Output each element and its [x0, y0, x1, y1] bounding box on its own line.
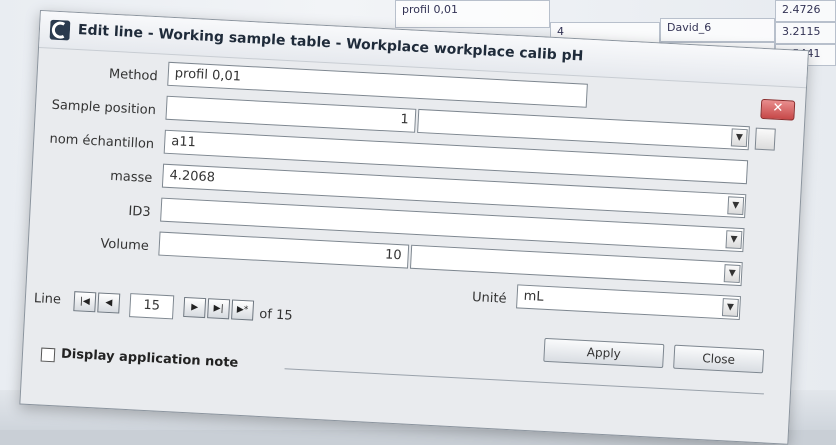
- chevron-down-icon[interactable]: ▼: [725, 230, 743, 250]
- previous-record-icon[interactable]: ◀: [97, 292, 121, 314]
- line-label: Line: [33, 291, 62, 308]
- next-record-icon[interactable]: ▶: [183, 296, 207, 319]
- display-application-note-label: Display application note: [60, 346, 239, 371]
- close-button[interactable]: Close: [673, 344, 765, 374]
- display-application-note-checkbox[interactable]: [40, 347, 56, 363]
- nom-echantillon-label: nom échantillon: [49, 131, 155, 153]
- first-record-icon[interactable]: |◀: [73, 291, 97, 313]
- table-cell: 3.2115: [775, 22, 836, 44]
- apply-button[interactable]: Apply: [543, 337, 665, 369]
- chevron-down-icon[interactable]: ▼: [723, 264, 741, 283]
- separator: [284, 368, 764, 395]
- line-total: of 15: [258, 306, 293, 324]
- app-logo-icon: [49, 19, 71, 41]
- edit-line-dialog: Edit line - Working sample table - Workp…: [19, 10, 809, 445]
- volume-label: Volume: [100, 236, 150, 255]
- new-record-icon[interactable]: ▶*: [231, 299, 255, 321]
- sample-position-label: Sample position: [51, 97, 157, 119]
- chevron-down-icon[interactable]: ▼: [727, 196, 745, 216]
- table-cell: David_6: [660, 18, 775, 42]
- table-cell: 2.4726: [775, 0, 836, 22]
- chevron-down-icon[interactable]: ▼: [730, 128, 748, 148]
- method-label: Method: [108, 66, 159, 85]
- line-number-field[interactable]: 15: [129, 293, 175, 320]
- chevron-down-icon[interactable]: ▼: [721, 298, 739, 317]
- id3-label: ID3: [128, 203, 151, 221]
- last-record-icon[interactable]: ▶|: [207, 298, 231, 320]
- masse-label: masse: [109, 168, 153, 187]
- table-cell: profil 0,01: [395, 0, 550, 28]
- extra-toggle-button[interactable]: [754, 127, 776, 151]
